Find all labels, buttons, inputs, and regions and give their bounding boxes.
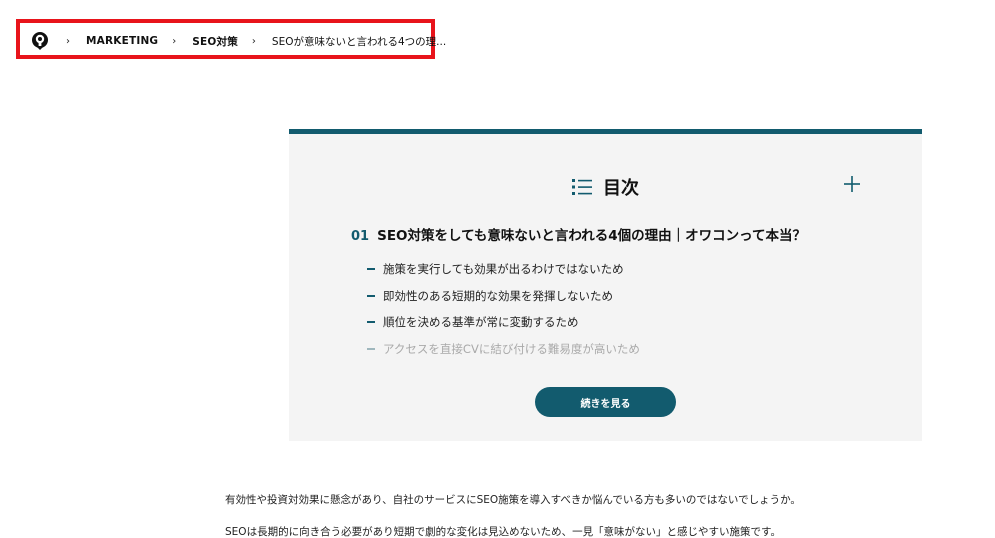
toc-item[interactable]: アクセスを直接CVに結び付ける難易度が高いため [367, 341, 640, 357]
toc-header: 目次 [289, 174, 922, 200]
toc-item[interactable]: 施策を実行しても効果が出るわけではないため [367, 261, 624, 277]
article-paragraph: 有効性や投資対効果に懸念があり、自社のサービスにSEO施策を導入すべきか悩んでい… [225, 494, 801, 506]
chevron-right-icon: › [172, 35, 177, 47]
dash-icon [367, 268, 375, 270]
toc-title: 目次 [603, 178, 639, 199]
toc-item-label: 順位を決める基準が常に変動するため [383, 315, 579, 329]
breadcrumb-item-seo[interactable]: SEO対策 [192, 34, 238, 49]
toc-item-label: アクセスを直接CVに結び付ける難易度が高いため [383, 342, 640, 356]
plus-icon[interactable] [844, 176, 860, 192]
toc-item-label: 施策を実行しても効果が出るわけではないため [383, 262, 624, 276]
dash-icon [367, 295, 375, 297]
list-icon [572, 179, 592, 195]
dash-icon [367, 348, 375, 350]
toc-heading-number: 01 [351, 229, 370, 244]
toc-item-label: 即効性のある短期的な効果を発揮しないため [383, 289, 613, 303]
toc-item[interactable]: 即効性のある短期的な効果を発揮しないため [367, 288, 613, 304]
article-paragraph: SEOは長期的に向き合う必要があり短期で劇的な変化は見込めないため、一見「意味が… [225, 526, 782, 538]
chevron-right-icon: › [251, 35, 256, 47]
page: › MARKETING › SEO対策 › SEOが意味ないと言われる4つの理.… [0, 0, 995, 538]
chevron-right-icon: › [66, 35, 70, 47]
show-more-button[interactable]: 続きを見る [535, 387, 676, 417]
table-of-contents: 目次 01 SEO対策をしても意味ないと言われる4個の理由｜オワコンって本当？ … [289, 129, 922, 441]
breadcrumb-current: SEOが意味ないと言われる4つの理... [271, 35, 447, 48]
home-logo-icon[interactable] [30, 31, 50, 51]
dash-icon [367, 321, 375, 323]
toc-heading-text: SEO対策をしても意味ないと言われる4個の理由｜オワコンって本当？ [377, 228, 806, 244]
breadcrumb: › MARKETING › SEO対策 › SEOが意味ないと言われる4つの理.… [30, 30, 446, 52]
toc-heading-item[interactable]: 01 SEO対策をしても意味ないと言われる4個の理由｜オワコンって本当？ [351, 224, 806, 244]
toc-item[interactable]: 順位を決める基準が常に変動するため [367, 314, 579, 330]
breadcrumb-item-marketing[interactable]: MARKETING [86, 35, 158, 47]
